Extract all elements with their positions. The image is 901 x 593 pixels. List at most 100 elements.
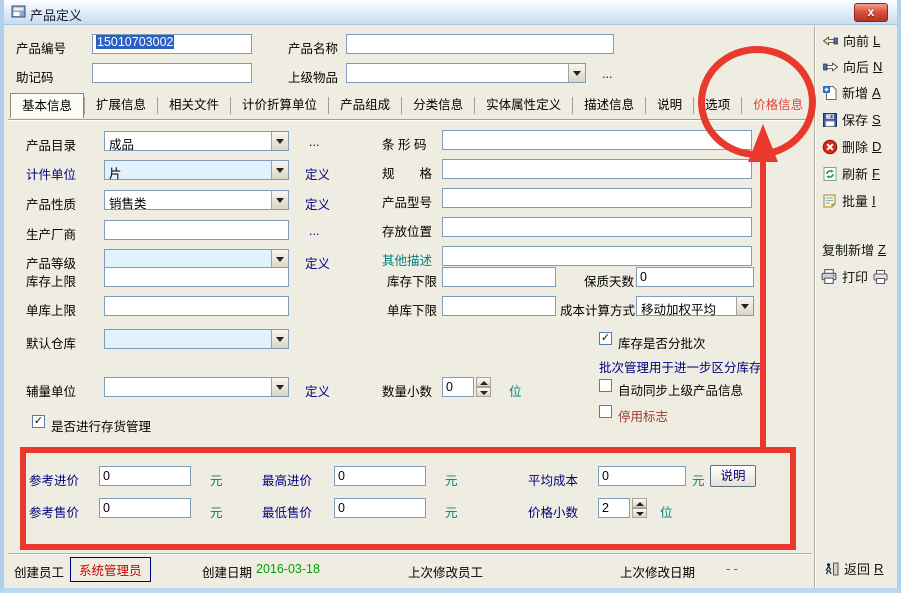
window-icon: [11, 4, 27, 20]
barcode-input[interactable]: [442, 130, 752, 150]
tab-classification[interactable]: 分类信息: [401, 97, 474, 114]
grade-define-link[interactable]: 定义: [305, 253, 330, 272]
single-lower-label: 单库下限: [387, 300, 437, 319]
printer-icon: [820, 268, 838, 285]
spec-input[interactable]: [442, 159, 752, 179]
printer-small-icon: [872, 269, 889, 285]
tab-options[interactable]: 选项: [693, 97, 741, 114]
aux-unit-define-link[interactable]: 定义: [305, 381, 330, 400]
grade-label: 产品等级: [26, 253, 76, 272]
chevron-down-icon[interactable]: [736, 297, 753, 315]
inventory-mgmt-checkbox[interactable]: [32, 415, 45, 428]
product-name-input[interactable]: [346, 34, 614, 54]
tab-basic-info[interactable]: 基本信息: [10, 93, 84, 118]
shelf-days-input[interactable]: [636, 267, 754, 287]
single-lower-input[interactable]: [442, 296, 556, 316]
tab-description[interactable]: 描述信息: [572, 97, 645, 114]
ref-sale-input[interactable]: [99, 498, 191, 518]
chevron-down-icon[interactable]: [271, 161, 288, 179]
stock-lower-input[interactable]: [442, 267, 556, 287]
qty-decimal-up-button[interactable]: [476, 377, 491, 387]
chevron-down-icon[interactable]: [271, 378, 288, 396]
price-decimal-up-button[interactable]: [632, 498, 647, 508]
catalog-combo[interactable]: 成品: [104, 131, 289, 151]
stock-upper-label: 库存上限: [26, 271, 76, 290]
copy-new-button[interactable]: 复制新增Z: [822, 240, 886, 259]
qty-decimal-label: 数量小数: [382, 381, 432, 400]
manufacturer-more-button[interactable]: ...: [309, 224, 319, 238]
nature-combo[interactable]: 销售类: [104, 190, 289, 210]
disable-flag-checkbox[interactable]: [599, 405, 612, 418]
footer-divider: [8, 553, 812, 554]
other-desc-input[interactable]: [442, 246, 752, 266]
explain-button[interactable]: 说明: [710, 465, 756, 487]
batch-checkbox[interactable]: [599, 332, 612, 345]
unit-define-link[interactable]: 定义: [305, 164, 330, 183]
location-label: 存放位置: [382, 221, 432, 240]
refresh-button[interactable]: 刷新F: [822, 164, 880, 183]
qty-decimal-down-button[interactable]: [476, 387, 491, 397]
min-sale-input[interactable]: [334, 498, 426, 518]
delete-button[interactable]: 删除D: [822, 137, 881, 156]
parent-item-combo[interactable]: [346, 63, 586, 83]
shelf-days-label: 保质天数: [584, 271, 634, 290]
unit-combo[interactable]: 片: [104, 160, 289, 180]
new-button[interactable]: 新增A: [822, 83, 881, 102]
stock-upper-input[interactable]: [104, 267, 289, 287]
print-button[interactable]: 打印: [820, 267, 889, 286]
spec-label: 规 格: [382, 163, 432, 182]
grade-combo[interactable]: [104, 249, 289, 269]
batch-button[interactable]: 批量I: [822, 191, 876, 210]
chevron-down-icon[interactable]: [271, 132, 288, 150]
warehouse-combo[interactable]: [104, 329, 289, 349]
tab-pricing-unit[interactable]: 计价折算单位: [230, 97, 328, 114]
chevron-down-icon[interactable]: [271, 250, 288, 268]
new-doc-icon: [822, 85, 838, 101]
parent-item-more-button[interactable]: ...: [602, 67, 612, 81]
window-title: 产品定义: [30, 5, 82, 24]
save-button[interactable]: 保存S: [822, 110, 881, 129]
price-decimal-input[interactable]: [598, 498, 630, 518]
qty-decimal-input[interactable]: [442, 377, 474, 397]
chevron-down-icon[interactable]: [271, 330, 288, 348]
modified-date-label: 上次修改日期: [620, 562, 695, 581]
ref-sale-label: 参考售价: [29, 502, 79, 521]
avg-cost-input[interactable]: [598, 466, 686, 486]
title-bar: 产品定义: [4, 0, 897, 25]
model-input[interactable]: [442, 188, 752, 208]
aux-unit-combo[interactable]: [104, 377, 289, 397]
disable-flag-label: 停用标志: [618, 406, 668, 425]
sync-checkbox[interactable]: [599, 379, 612, 392]
tab-related-files[interactable]: 相关文件: [157, 97, 230, 114]
parent-item-label: 上级物品: [288, 67, 338, 86]
tab-price-info[interactable]: 价格信息: [741, 97, 814, 114]
nav-back-button[interactable]: 向后N: [822, 57, 882, 76]
nature-define-link[interactable]: 定义: [305, 194, 330, 213]
sidebar-divider: [814, 26, 815, 588]
catalog-more-button[interactable]: ...: [309, 135, 319, 149]
mnemonic-input[interactable]: [92, 63, 252, 83]
ref-purchase-input[interactable]: [99, 466, 191, 486]
product-code-input[interactable]: 15010703002: [92, 34, 252, 54]
return-button[interactable]: 返回R: [824, 559, 883, 578]
single-upper-input[interactable]: [104, 296, 289, 316]
other-desc-label: 其他描述: [382, 250, 432, 269]
chevron-down-icon[interactable]: [271, 191, 288, 209]
ref-purchase-label: 参考进价: [29, 470, 79, 489]
close-button[interactable]: x: [854, 3, 888, 22]
chevron-down-icon[interactable]: [568, 64, 585, 82]
avg-cost-unit: 元: [692, 470, 705, 489]
tab-entity-attributes[interactable]: 实体属性定义: [474, 97, 572, 114]
max-purchase-input[interactable]: [334, 466, 426, 486]
nature-label: 产品性质: [26, 194, 76, 213]
cost-method-combo[interactable]: 移动加权平均: [636, 296, 754, 316]
price-decimal-down-button[interactable]: [632, 508, 647, 518]
product-definition-window: 产品定义 x 产品编号 15010703002 产品名称 助记码 上级物品 ..…: [0, 0, 901, 593]
nav-forward-button[interactable]: 向前L: [822, 31, 880, 50]
tab-product-composition[interactable]: 产品组成: [328, 97, 401, 114]
location-input[interactable]: [442, 217, 752, 237]
manufacturer-input[interactable]: [104, 220, 289, 240]
tab-notes[interactable]: 说明: [645, 97, 693, 114]
max-purchase-label: 最高进价: [262, 470, 312, 489]
tab-extended-info[interactable]: 扩展信息: [84, 97, 157, 114]
